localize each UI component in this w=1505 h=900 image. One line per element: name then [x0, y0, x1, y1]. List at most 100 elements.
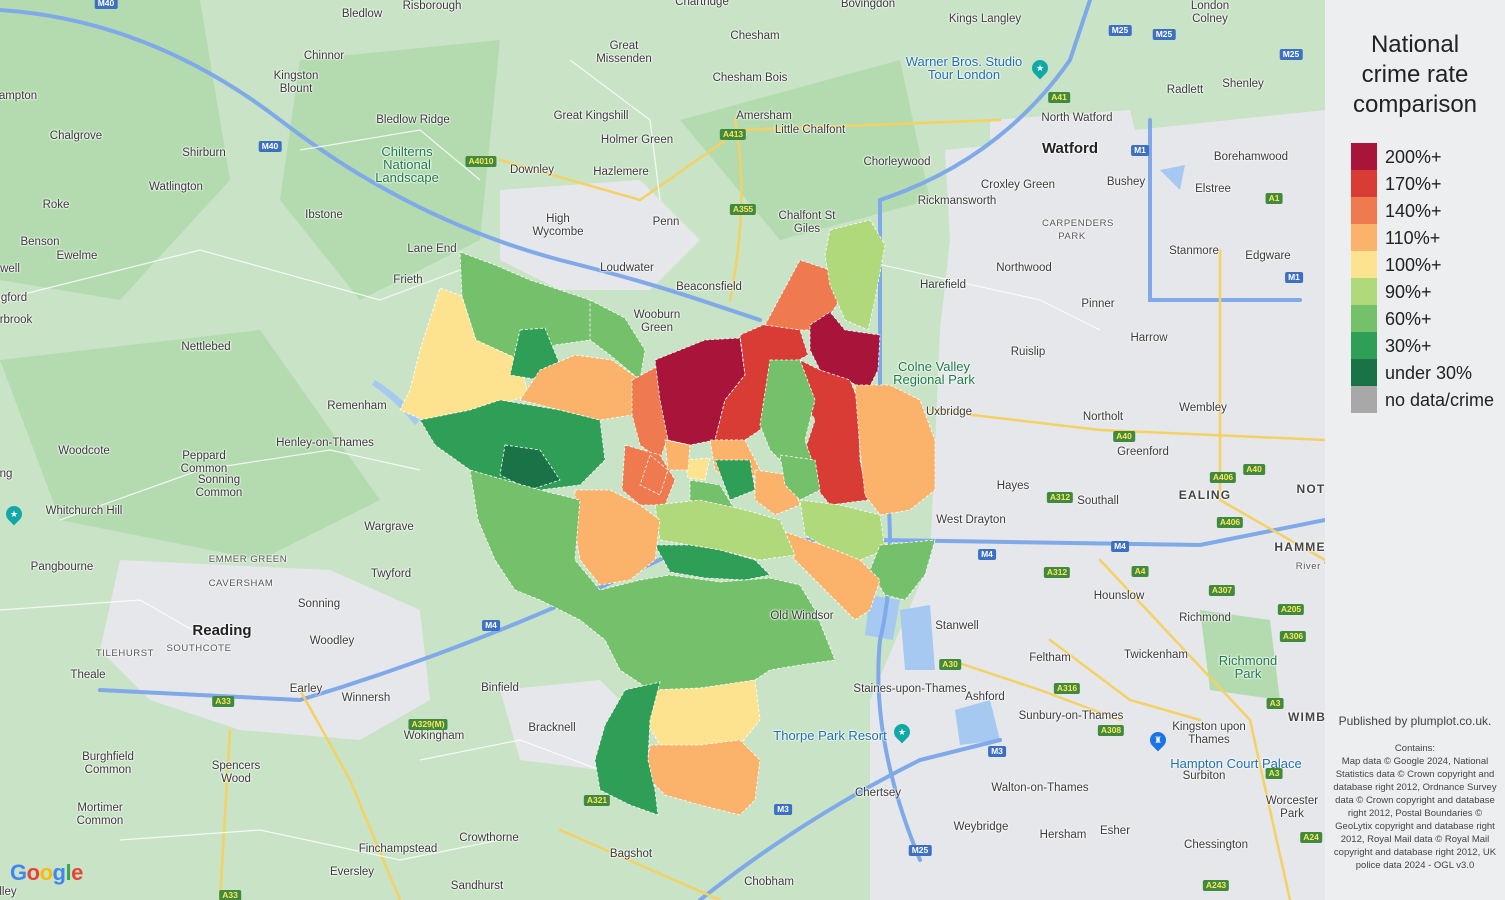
- place-label: Chartridge: [675, 0, 729, 8]
- attraction-pin-icon[interactable]: ★: [1028, 56, 1052, 80]
- place-label: Worcester Park: [1265, 795, 1319, 820]
- road-shield: A33: [212, 696, 234, 707]
- road-shield: M1: [1285, 272, 1303, 283]
- place-label: Chesham Bois: [712, 72, 788, 84]
- road-shield: A40: [1243, 464, 1265, 475]
- road-shield: A406: [1209, 472, 1237, 483]
- place-label: Weybridge: [953, 821, 1009, 833]
- place-label: Borehamwood: [1213, 151, 1289, 163]
- legend-title-line: comparison: [1352, 91, 1478, 118]
- place-label: West Drayton: [936, 514, 1006, 526]
- road-shield: A4: [1131, 566, 1149, 577]
- place-label: Finchampstead: [358, 843, 438, 855]
- place-label: Hounslow: [1093, 590, 1145, 602]
- legend-label: 140%+: [1385, 201, 1442, 221]
- place-label: Remenham: [327, 400, 387, 412]
- road-shield: M25: [908, 845, 932, 856]
- legend-swatch: [1351, 251, 1377, 278]
- place-label: Chessington: [1184, 839, 1248, 851]
- place-label: Crowthorne: [459, 832, 519, 844]
- place-label: Harrow: [1130, 332, 1168, 344]
- legend-label: under 30%: [1385, 363, 1473, 383]
- attraction-pin-icon[interactable]: ★: [890, 720, 914, 744]
- legend-label: 90%+: [1385, 282, 1432, 302]
- place-label: Northwood: [996, 262, 1052, 274]
- road-shield: A307: [1208, 585, 1236, 596]
- place-label: Woodley: [309, 635, 355, 647]
- legend-title: National crime rate comparison: [1325, 30, 1505, 120]
- legend-label: 170%+: [1385, 174, 1442, 194]
- place-label: Chorleywood: [863, 156, 931, 168]
- road-shield: M40: [94, 0, 118, 9]
- road-shield: A308: [1097, 725, 1125, 736]
- place-label: Rickmansworth: [917, 195, 997, 207]
- place-label: London Colney: [1190, 0, 1230, 25]
- place-label: Richmond: [1179, 612, 1231, 624]
- place-label: Wargrave: [364, 521, 414, 533]
- region: [854, 384, 936, 516]
- place-label: Croxley Green: [980, 179, 1056, 191]
- road-shield: A1: [1265, 193, 1283, 204]
- legend-label: 30%+: [1385, 336, 1432, 356]
- legend-swatch: [1351, 332, 1377, 359]
- legend-label: no data/crime: [1385, 390, 1495, 410]
- road-shield: M25: [1108, 25, 1132, 36]
- place-label: Sonning Common: [195, 474, 243, 499]
- place-label: Risborough: [402, 0, 462, 12]
- place-label: Woodcote: [58, 445, 110, 457]
- publisher-credit: Published by plumplot.co.uk.: [1338, 714, 1492, 728]
- place-label: Peppard Common: [180, 450, 228, 475]
- road-shield: A30: [939, 659, 961, 670]
- place-label: Bovingdon: [840, 0, 896, 10]
- road-shield: A406: [1216, 517, 1244, 528]
- landmark-pin-icon[interactable]: ♜: [1146, 728, 1170, 752]
- attribution-text: Contains: Map data © Google 2024, Nation…: [1333, 743, 1497, 871]
- place-label: Great Missenden: [596, 40, 652, 65]
- place-label: Frieth: [393, 274, 423, 286]
- place-label: Esher: [1099, 825, 1131, 837]
- place-label: Chinnor: [303, 50, 345, 62]
- place-label: Wembley: [1179, 402, 1227, 414]
- road-shield: A3: [1265, 768, 1283, 779]
- place-label: SOUTHCOTE: [166, 643, 232, 654]
- place-label: Ruislip: [1010, 346, 1046, 358]
- road-shield: A316: [1053, 683, 1081, 694]
- place-label: Benson: [20, 236, 60, 248]
- reservoir: [900, 605, 935, 670]
- road-shield: M25: [1279, 49, 1303, 60]
- place-label: Loudwater: [600, 262, 654, 274]
- attraction-pin-icon[interactable]: ★: [2, 502, 26, 526]
- place-label: Binfield: [481, 682, 519, 694]
- legend-swatch: [1351, 170, 1377, 197]
- place-label: Kings Langley: [948, 13, 1022, 25]
- place-label: Bushey: [1106, 176, 1146, 188]
- road-shield: A24: [1300, 832, 1322, 843]
- road-shield: M1: [1131, 145, 1149, 156]
- place-label: lley: [0, 886, 17, 898]
- place-label: Chobham: [744, 876, 794, 888]
- place-label: Twickenham: [1124, 649, 1188, 661]
- road-shield: A312: [1046, 492, 1074, 503]
- region: [664, 439, 691, 471]
- place-label: Bledlow: [341, 8, 383, 20]
- region: [644, 679, 761, 746]
- road-shield: A329(M): [408, 719, 448, 730]
- place-label: Wokingham: [403, 730, 465, 742]
- road-shield: M3: [774, 804, 792, 815]
- place-label: Old Windsor: [770, 610, 834, 622]
- place-label: Ibstone: [305, 209, 343, 221]
- district-label: EMMER GREEN: [208, 554, 288, 565]
- region: [824, 219, 886, 331]
- place-label: Henley-on-Thames: [276, 437, 374, 449]
- road-shield: A413: [719, 129, 747, 140]
- road-shield: A41: [1048, 92, 1070, 103]
- place-label: Hayes: [996, 480, 1030, 492]
- road-shield: A355: [729, 204, 757, 215]
- river-label: River Th: [1295, 561, 1325, 572]
- map-canvas[interactable]: Bledlow Risborough Chartridge Bovingdon …: [0, 0, 1325, 900]
- district-label: CARPENDERS PARK: [1042, 218, 1114, 242]
- road-shield: M40: [258, 141, 282, 152]
- place-label: Kingston Blount: [273, 70, 319, 95]
- place-label: Southall: [1077, 495, 1119, 507]
- place-label: Walton-on-Thames: [991, 782, 1089, 794]
